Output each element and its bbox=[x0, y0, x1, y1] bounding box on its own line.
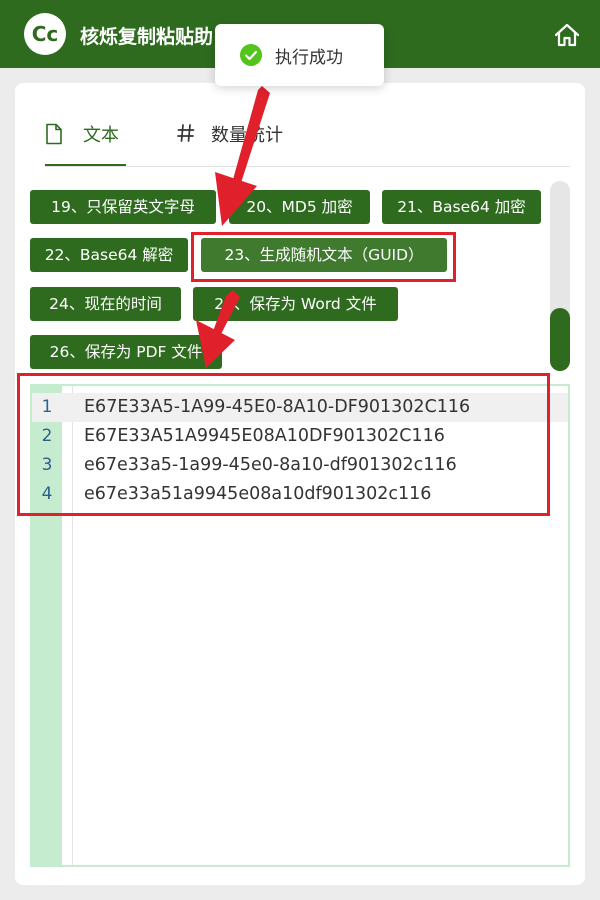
app-logo-text: Cc bbox=[31, 22, 59, 46]
document-icon bbox=[46, 123, 62, 145]
check-circle-icon bbox=[240, 44, 262, 66]
success-toast: 执行成功 bbox=[215, 24, 384, 86]
action-button-21[interactable]: 21、Base64 加密 bbox=[382, 190, 541, 224]
home-icon[interactable] bbox=[552, 22, 582, 48]
scrollbar-thumb[interactable] bbox=[550, 308, 570, 371]
buttons-scrollbar[interactable] bbox=[550, 181, 570, 371]
action-button-24[interactable]: 24、现在的时间 bbox=[30, 287, 181, 321]
action-button-20[interactable]: 20、MD5 加密 bbox=[229, 190, 370, 224]
toast-message: 执行成功 bbox=[275, 48, 343, 68]
hash-icon bbox=[177, 124, 195, 142]
app-logo-icon: Cc bbox=[24, 13, 66, 55]
tabs-divider bbox=[45, 166, 570, 167]
action-button-19[interactable]: 19、只保留英文字母 bbox=[30, 190, 216, 224]
action-button-25[interactable]: 25、保存为 Word 文件 bbox=[193, 287, 398, 321]
annotation-highlight-output bbox=[17, 373, 550, 516]
tab-stats-label: 数量统计 bbox=[211, 125, 283, 146]
action-button-22[interactable]: 22、Base64 解密 bbox=[30, 238, 188, 272]
tab-text-label: 文本 bbox=[83, 125, 119, 146]
annotation-highlight-button bbox=[191, 232, 456, 282]
app-title: 核烁复制粘贴助 bbox=[80, 26, 214, 48]
action-button-26[interactable]: 26、保存为 PDF 文件 bbox=[30, 335, 222, 369]
